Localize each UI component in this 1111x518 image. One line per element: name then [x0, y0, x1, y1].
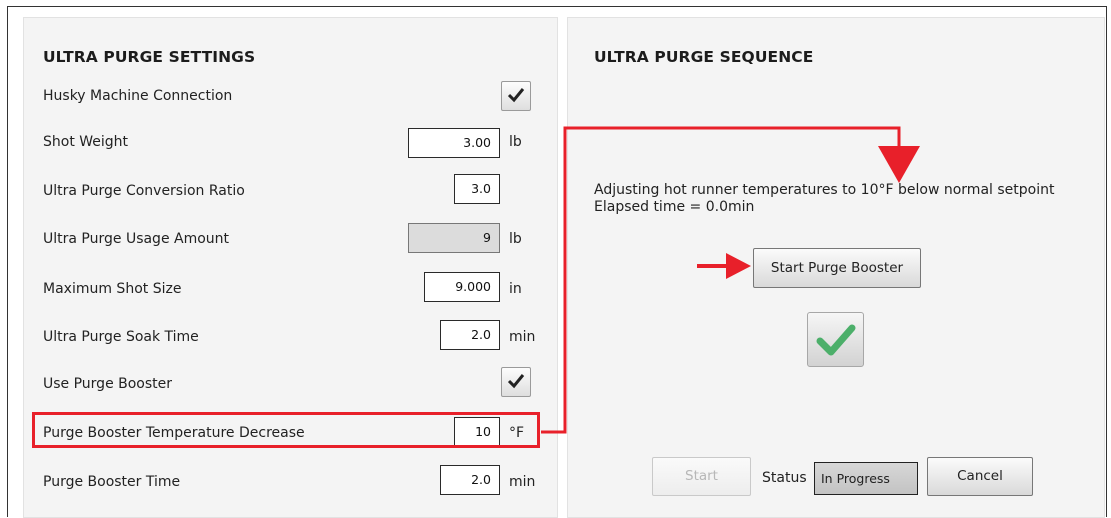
arrow-down-icon — [878, 146, 920, 183]
arrow-right-icon — [726, 253, 751, 279]
connector-line — [541, 126, 901, 434]
annotation-overlay — [541, 126, 920, 434]
